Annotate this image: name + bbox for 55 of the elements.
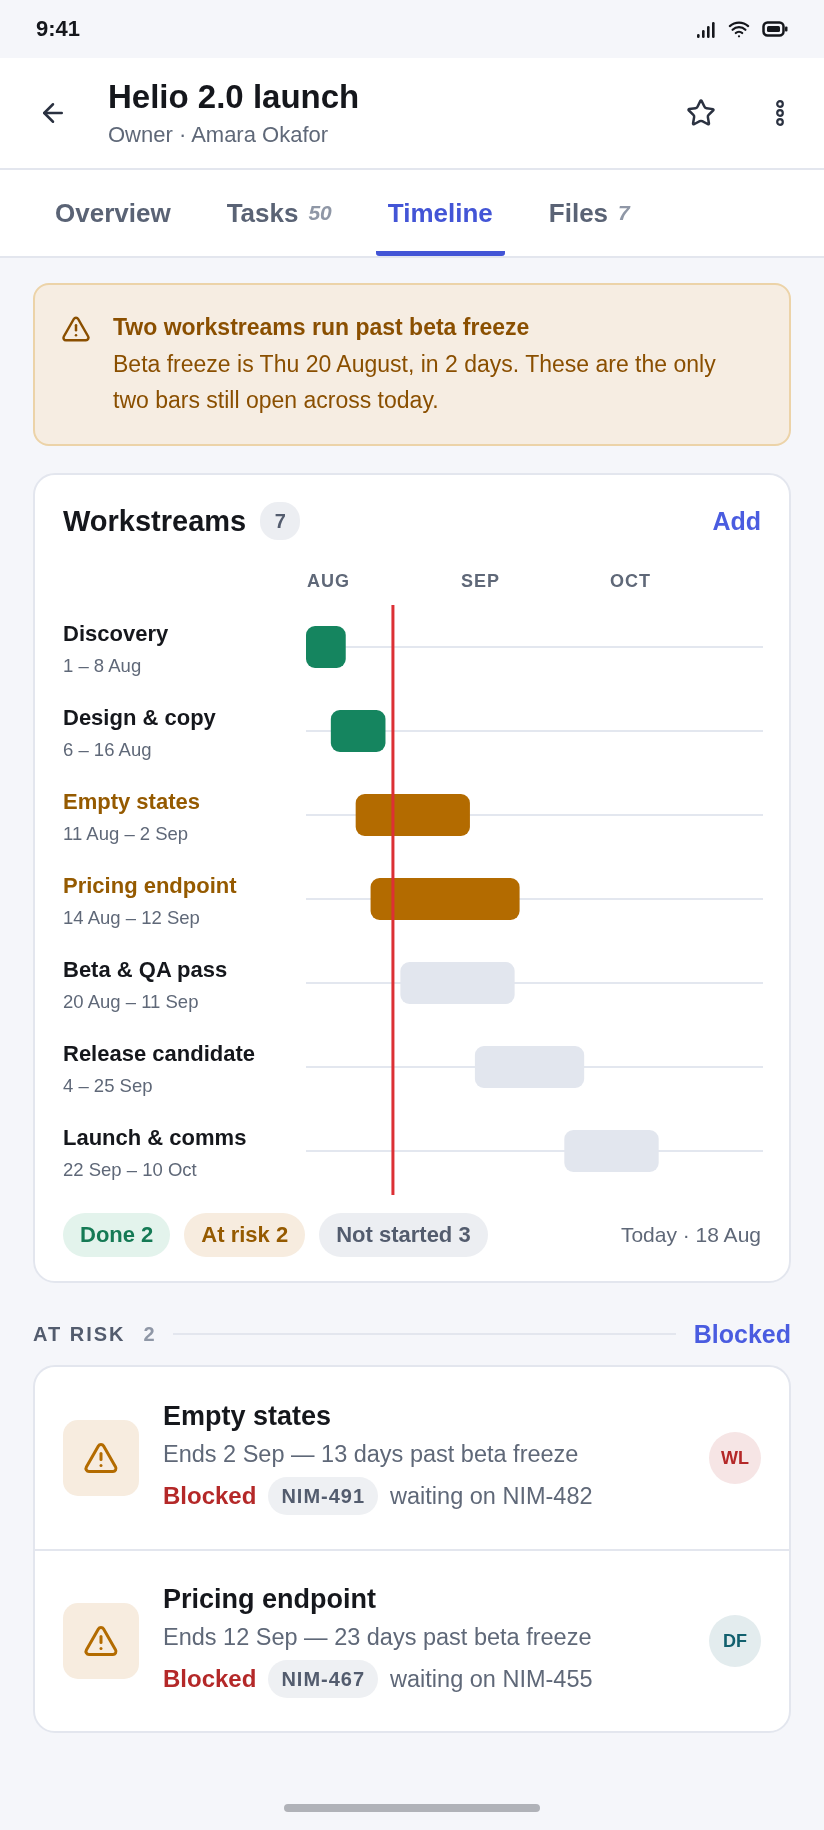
workstream-name: Pricing endpoint [63,873,237,899]
page-title: Helio 2.0 launch [108,78,361,116]
tab-count: 7 [618,201,630,225]
ticket-chip[interactable]: NIM-491 [268,1477,379,1515]
workstream-name: Release candidate [63,1041,255,1067]
battery-icon [762,21,788,37]
workstream-name: Discovery [63,621,169,647]
blocked-link[interactable]: Blocked [693,1319,791,1349]
tab[interactable]: Tasks 50 [214,170,344,256]
legend-pill: At risk 2 [184,1213,306,1257]
avatar: DF [709,1615,761,1667]
legend-pill: Done 2 [63,1213,171,1257]
date-range: 4 – 25 Sep [63,1075,153,1097]
count-badge: 7 [260,502,301,540]
tab[interactable]: Overview [43,170,183,256]
date-range: 6 – 16 Aug [63,739,152,761]
dependency-note: waiting on NIM-482 [390,1482,593,1510]
item-title: Empty states [163,1401,333,1432]
warning-icon [83,1440,119,1476]
avatar: WL [709,1432,761,1484]
section-title: AT RISK [33,1322,126,1346]
date-range: 20 Aug – 11 Sep [63,991,199,1013]
star-icon [686,98,716,128]
more-icon [776,100,784,126]
status-label: Blocked [163,1482,257,1510]
legend-pill: Not started 3 [319,1213,488,1257]
workstream-name: Beta & QA pass [63,957,228,983]
tab-count: 50 [308,201,332,225]
date-range: 11 Aug – 2 Sep [63,823,189,845]
banner-title: Two workstreams run past beta freeze [113,313,531,342]
warning-icon [83,1623,119,1659]
item-detail: Ends 12 Sep — 23 days past beta freeze [163,1624,593,1651]
dependency-note: waiting on NIM-455 [390,1665,593,1693]
workstream-name: Empty states [63,789,200,815]
date-range: 22 Sep – 10 Oct [63,1159,197,1181]
warning-icon [61,314,91,344]
signal-icon [696,20,716,38]
timeline-drawing: AUG SEP OCT [306,559,763,1195]
banner-text: Beta freeze is Thu 20 August, in 2 days. These are the only two bars still open across today. [113,350,717,415]
workstream-name: Design & copy [63,705,216,731]
workstream-name: Launch & comms [63,1125,247,1151]
add-link[interactable]: Add [712,506,761,536]
ticket-chip[interactable]: NIM-467 [268,1660,379,1698]
owner-label: Owner · Amara Okafor [108,122,330,148]
tab[interactable]: Files 7 [536,170,642,256]
clock: 9:41 [36,16,81,42]
tab[interactable]: Timeline [375,170,505,256]
status-label: Blocked [163,1665,257,1693]
section-count: 2 [143,1322,155,1346]
card-title: Workstreams [63,504,247,538]
today-label: Today · 18 Aug [620,1223,761,1247]
date-range: 14 Aug – 12 Sep [63,907,200,929]
item-detail: Ends 2 Sep — 13 days past beta freeze [163,1441,580,1468]
date-range: 1 – 8 Aug [63,655,142,677]
item-title: Pricing endpoint [163,1584,377,1615]
